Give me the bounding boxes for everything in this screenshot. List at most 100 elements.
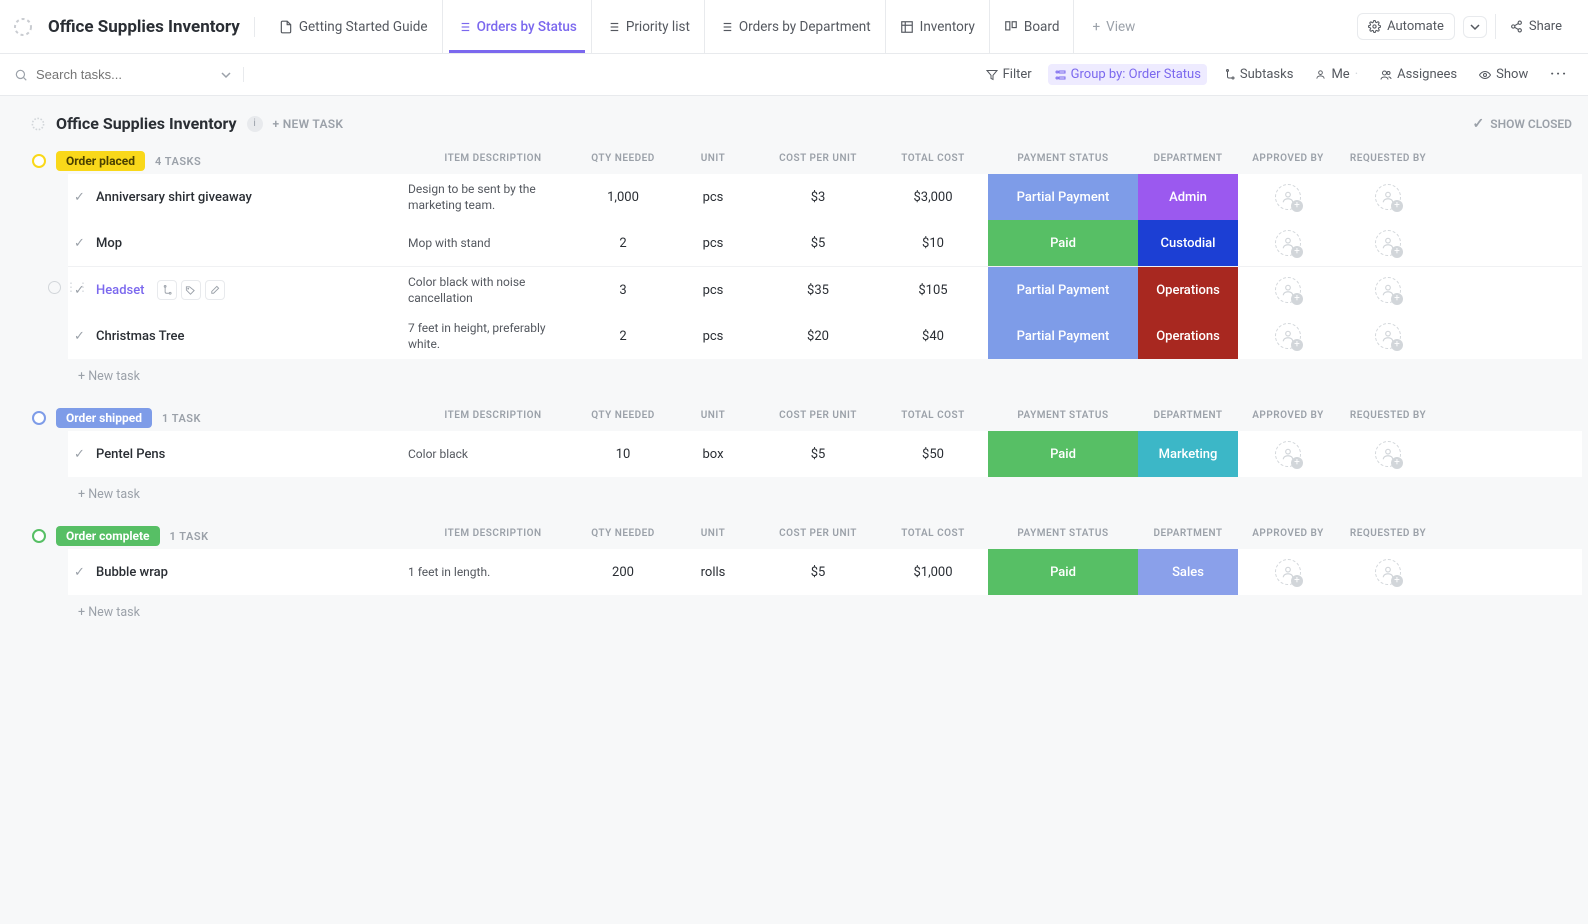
automate-button[interactable]: Automate [1357, 13, 1455, 40]
assign-person-button[interactable]: + [1375, 184, 1401, 210]
cell-approved-by[interactable]: + [1238, 184, 1338, 210]
col-cost-per-unit[interactable]: COST PER UNIT [758, 528, 878, 539]
cell-qty[interactable]: 2 [578, 329, 668, 344]
cell-approved-by[interactable]: + [1238, 230, 1338, 256]
col-requested-by[interactable]: REQUESTED BY [1338, 410, 1438, 421]
assign-person-button[interactable]: + [1375, 559, 1401, 585]
new-task-row[interactable]: + New task [26, 595, 1582, 620]
col-item-description[interactable]: ITEM DESCRIPTION [408, 153, 578, 164]
cell-total-cost[interactable]: $10 [878, 236, 988, 251]
show-button[interactable]: Show [1473, 64, 1534, 85]
col-department[interactable]: DEPARTMENT [1138, 410, 1238, 421]
cell-approved-by[interactable]: + [1238, 559, 1338, 585]
task-name-text[interactable]: Headset [96, 283, 145, 298]
cell-qty[interactable]: 2 [578, 236, 668, 251]
cell-cost-per-unit[interactable]: $35 [758, 283, 878, 298]
col-qty[interactable]: QTY NEEDED [578, 410, 668, 421]
col-total-cost[interactable]: TOTAL COST [878, 153, 988, 164]
add-view-button[interactable]: + View [1078, 19, 1149, 35]
cell-approved-by[interactable]: + [1238, 441, 1338, 467]
col-approved-by[interactable]: APPROVED BY [1238, 153, 1338, 164]
cell-unit[interactable]: rolls [668, 565, 758, 580]
edit-icon[interactable] [205, 280, 225, 300]
col-cost-per-unit[interactable]: COST PER UNIT [758, 153, 878, 164]
cell-unit[interactable]: pcs [668, 283, 758, 298]
subtask-icon[interactable] [157, 280, 177, 300]
filter-button[interactable]: Filter [980, 64, 1038, 85]
cell-cost-per-unit[interactable]: $3 [758, 190, 878, 205]
cell-total-cost[interactable]: $40 [878, 329, 988, 344]
cell-total-cost[interactable]: $50 [878, 447, 988, 462]
assign-person-button[interactable]: + [1275, 559, 1301, 585]
view-tab-getting-started-guide[interactable]: Getting Started Guide [265, 0, 443, 53]
cell-item-description[interactable]: 1 feet in length. [408, 564, 578, 580]
cell-cost-per-unit[interactable]: $5 [758, 447, 878, 462]
group-by-button[interactable]: Group by: Order Status [1048, 64, 1207, 85]
cell-item-description[interactable]: 7 feet in height, preferably white. [408, 320, 578, 352]
check-icon[interactable]: ✓ [74, 329, 88, 344]
subtasks-button[interactable]: Subtasks [1217, 64, 1300, 85]
cell-payment-status[interactable]: Partial Payment [988, 174, 1138, 220]
col-department[interactable]: DEPARTMENT [1138, 153, 1238, 164]
status-circle-icon[interactable] [32, 411, 46, 425]
status-circle-icon[interactable] [32, 154, 46, 168]
view-tab-orders-by-status[interactable]: Orders by Status [443, 0, 592, 53]
assign-person-button[interactable]: + [1275, 441, 1301, 467]
assignees-button[interactable]: Assignees [1374, 64, 1463, 85]
cell-payment-status[interactable]: Partial Payment [988, 313, 1138, 359]
cell-approved-by[interactable]: + [1238, 277, 1338, 303]
col-requested-by[interactable]: REQUESTED BY [1338, 153, 1438, 164]
cell-unit[interactable]: pcs [668, 236, 758, 251]
cell-payment-status[interactable]: Paid [988, 220, 1138, 266]
cell-cost-per-unit[interactable]: $5 [758, 565, 878, 580]
share-button[interactable]: Share [1495, 14, 1572, 39]
view-tab-board[interactable]: Board [990, 0, 1075, 53]
cell-unit[interactable]: pcs [668, 190, 758, 205]
col-qty[interactable]: QTY NEEDED [578, 153, 668, 164]
col-qty[interactable]: QTY NEEDED [578, 528, 668, 539]
search-input[interactable] [36, 67, 213, 82]
chevron-down-icon[interactable] [221, 70, 231, 80]
assign-person-button[interactable]: + [1375, 230, 1401, 256]
me-button[interactable]: Me · [1309, 64, 1364, 85]
col-cost-per-unit[interactable]: COST PER UNIT [758, 410, 878, 421]
cell-total-cost[interactable]: $1,000 [878, 565, 988, 580]
cell-qty[interactable]: 1,000 [578, 190, 668, 205]
cell-requested-by[interactable]: + [1338, 559, 1438, 585]
new-task-row[interactable]: + New task [26, 359, 1582, 384]
view-tab-inventory[interactable]: Inventory [886, 0, 990, 53]
col-payment-status[interactable]: PAYMENT STATUS [988, 528, 1138, 539]
col-total-cost[interactable]: TOTAL COST [878, 410, 988, 421]
assign-person-button[interactable]: + [1275, 277, 1301, 303]
page-title[interactable]: Office Supplies Inventory [48, 17, 255, 37]
cell-requested-by[interactable]: + [1338, 184, 1438, 210]
assign-person-button[interactable]: + [1275, 184, 1301, 210]
assign-person-button[interactable]: + [1275, 323, 1301, 349]
task-row[interactable]: ✓ Bubble wrap1 feet in length. 200 rolls… [68, 549, 1582, 595]
task-name-text[interactable]: Christmas Tree [96, 329, 184, 344]
cell-item-description[interactable]: Color black with noise cancellation [408, 274, 578, 306]
cell-department[interactable]: Marketing [1138, 431, 1238, 477]
col-requested-by[interactable]: REQUESTED BY [1338, 528, 1438, 539]
show-closed-button[interactable]: SHOW CLOSED [1490, 117, 1572, 131]
task-name-text[interactable]: Pentel Pens [96, 447, 165, 462]
more-button[interactable]: ··· [1544, 64, 1574, 85]
cell-payment-status[interactable]: Partial Payment [988, 267, 1138, 313]
check-icon[interactable]: ✓ [74, 236, 88, 251]
col-unit[interactable]: UNIT [668, 410, 758, 421]
check-icon[interactable]: ✓ [74, 565, 88, 580]
cell-requested-by[interactable]: + [1338, 441, 1438, 467]
new-task-row[interactable]: + New task [26, 477, 1582, 502]
cell-unit[interactable]: box [668, 447, 758, 462]
assign-person-button[interactable]: + [1375, 277, 1401, 303]
check-icon[interactable]: ✓ [74, 447, 88, 462]
task-row[interactable]: ✓ Headset Color black with noise cancell… [68, 266, 1582, 313]
cell-qty[interactable]: 10 [578, 447, 668, 462]
cell-payment-status[interactable]: Paid [988, 431, 1138, 477]
cell-requested-by[interactable]: + [1338, 323, 1438, 349]
cell-department[interactable]: Admin [1138, 174, 1238, 220]
automate-dropdown[interactable] [1463, 16, 1487, 38]
col-item-description[interactable]: ITEM DESCRIPTION [408, 410, 578, 421]
cell-qty[interactable]: 200 [578, 565, 668, 580]
task-row[interactable]: ✓ Christmas Tree 7 feet in height, prefer… [68, 313, 1582, 359]
